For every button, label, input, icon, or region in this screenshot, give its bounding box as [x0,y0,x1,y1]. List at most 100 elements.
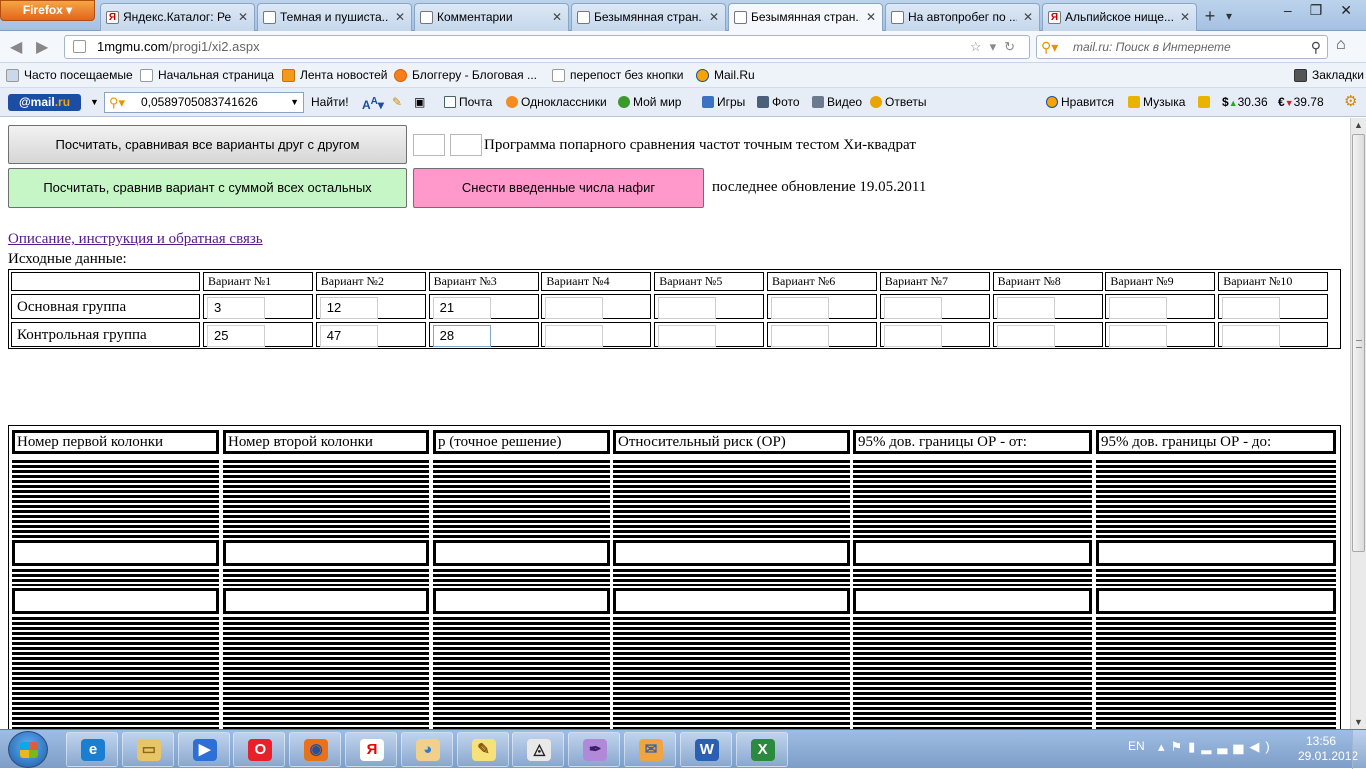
value-input[interactable] [771,297,829,319]
value-input[interactable] [1109,297,1168,319]
chevron-down-icon[interactable]: ▼ [290,93,299,112]
site-identity-icon[interactable] [73,40,86,53]
eur-rate[interactable]: €▼39.78 [1278,88,1324,117]
scroll-up-icon[interactable]: ▲ [1354,120,1363,130]
tab-dark-fluffy[interactable]: Темная и пушиста... ✕ [257,3,412,31]
value-input[interactable] [883,297,942,319]
value-input[interactable]: 3 [207,297,265,319]
taskbar-button[interactable]: ◬ [512,732,565,767]
home-icon[interactable]: ⌂ [1336,36,1346,54]
taskbar-button[interactable]: ◉ [289,732,342,767]
language-indicator[interactable]: EN [1128,739,1145,753]
mailru-logo[interactable]: @mail.ru [8,94,81,111]
bookmark-blogger[interactable]: Блоггеру - Блоговая ... [394,63,537,87]
show-desktop-button[interactable] [1352,730,1366,769]
mailbar-video[interactable]: Видео [812,88,862,116]
small-input-1[interactable] [413,134,445,156]
bookmark-mailru[interactable]: Mail.Ru [696,63,755,87]
value-input[interactable]: 47 [319,325,378,347]
close-icon[interactable]: ✕ [1023,4,1033,30]
bookmarks-menu[interactable]: Закладки [1294,63,1364,87]
value-input[interactable] [545,297,604,319]
highlighter-icon[interactable]: ✎ [392,88,402,116]
search-icon[interactable]: ⚲ [1311,36,1321,58]
close-icon[interactable]: ✕ [1180,4,1190,30]
tab-autorun[interactable]: На автопробег по ... ✕ [885,3,1040,31]
mailbar-photo[interactable]: Фото [757,88,800,116]
value-input[interactable] [1222,297,1281,319]
value-input[interactable] [658,297,717,319]
gear-icon[interactable]: ⚙ [1344,88,1357,116]
taskbar-button[interactable]: ✎ [456,732,509,767]
new-tab-button[interactable]: + [1198,4,1222,30]
taskbar-button[interactable]: ▶ [177,732,230,767]
minimize-icon[interactable]: – [1284,2,1292,19]
value-input[interactable]: 21 [432,297,491,319]
taskbar-button[interactable]: ✒ [568,732,621,767]
tab-alpine[interactable]: Я Альпийское нище... ✕ [1042,3,1197,31]
screenshot-icon[interactable]: ▣ [414,88,425,116]
tab-yandex-catalog[interactable]: Я Яндекс.Каталог: Ре... ✕ [100,3,255,31]
close-icon[interactable]: ✕ [866,4,876,30]
value-input[interactable]: 25 [207,325,265,347]
search-input[interactable]: ⚲▾ mail.ru: Поиск в Интернете ⚲ [1036,35,1328,59]
restore-icon[interactable]: ❐ [1310,2,1323,19]
value-input[interactable] [1109,325,1168,347]
chevron-down-icon[interactable]: ▼ [90,88,99,116]
value-input[interactable] [1222,325,1281,347]
start-button[interactable] [8,731,48,768]
vertical-scrollbar[interactable]: ▲ ▼ [1350,118,1366,729]
mailbar-odnoklassniki[interactable]: Одноклассники [506,88,607,116]
value-input[interactable]: 12 [319,297,378,319]
close-icon[interactable]: ✕ [395,4,405,30]
tab-untitled-1[interactable]: Безымянная стран... ✕ [571,3,726,31]
compare-with-sum-button[interactable]: Посчитать, сравнив вариант с суммой всех… [8,168,407,208]
usd-rate[interactable]: $▲30.36 [1222,88,1268,117]
taskbar-button[interactable]: e [66,732,118,767]
value-input[interactable] [996,325,1055,347]
taskbar-button[interactable]: ▭ [121,732,174,767]
clear-numbers-button[interactable]: Снести введенные числа нафиг [413,168,704,208]
taskbar-button[interactable]: O [233,732,286,767]
close-icon[interactable]: ✕ [552,4,562,30]
description-link[interactable]: Описание, инструкция и обратная связь [8,231,263,248]
forward-icon[interactable]: ▶ [36,37,48,57]
taskbar-button[interactable]: ◕ [400,732,453,767]
mailbar-mail[interactable]: Почта [444,88,492,116]
bookmark-news-feed[interactable]: Лента новостей [282,63,388,87]
close-icon[interactable]: ✕ [238,4,248,30]
font-size-icon[interactable]: AA▾ [362,88,384,119]
compare-all-button[interactable]: Посчитать, сравнивая все варианты друг с… [8,125,407,164]
mailbar-music[interactable]: Музыка [1128,88,1185,116]
taskbar-button[interactable]: W [679,732,732,767]
bookmark-most-visited[interactable]: Часто посещаемые [6,63,133,87]
mailbar-like[interactable]: Нравится [1046,88,1114,116]
mailbar-games[interactable]: Игры [702,88,745,116]
taskbar-button[interactable]: ✉ [624,732,676,767]
back-icon[interactable]: ◀ [10,37,22,57]
taskbar-button[interactable]: X [735,732,788,767]
clock[interactable]: 13:56 29.01.2012 [1298,734,1358,764]
small-input-2[interactable] [450,134,482,156]
bookmark-start-page[interactable]: Начальная страница [140,63,274,87]
scrollbar-thumb[interactable] [1352,134,1365,552]
value-input[interactable] [545,325,604,347]
find-button[interactable]: Найти! [311,88,349,116]
bookmark-repost[interactable]: перепост без кнопки [552,63,684,87]
close-window-icon[interactable]: ✕ [1340,2,1352,19]
firefox-menu-button[interactable]: Firefox ▾ [0,0,95,21]
tray-icons[interactable]: ▴⚑▮▂▃▅◀) [1158,739,1276,755]
list-all-tabs-icon[interactable]: ▾ [1226,4,1232,28]
mailbar-my-world[interactable]: Мой мир [618,88,681,116]
value-input[interactable] [658,325,717,347]
close-icon[interactable]: ✕ [709,4,719,30]
tab-comments[interactable]: Комментарии ✕ [414,3,569,31]
bookmark-star-icon[interactable]: ☆▾↻ [970,36,1023,58]
tab-untitled-active[interactable]: Безымянная стран... ✕ [728,3,883,31]
mailbar-answers[interactable]: Ответы [870,88,926,116]
value-input[interactable] [883,325,942,347]
value-input[interactable] [996,297,1055,319]
url-bar[interactable]: 1mgmu.com/progi1/xi2.aspx ☆▾↻ [64,35,1030,59]
value-input[interactable]: 28 [432,325,491,347]
mailbar-rates-icon[interactable] [1198,88,1213,116]
